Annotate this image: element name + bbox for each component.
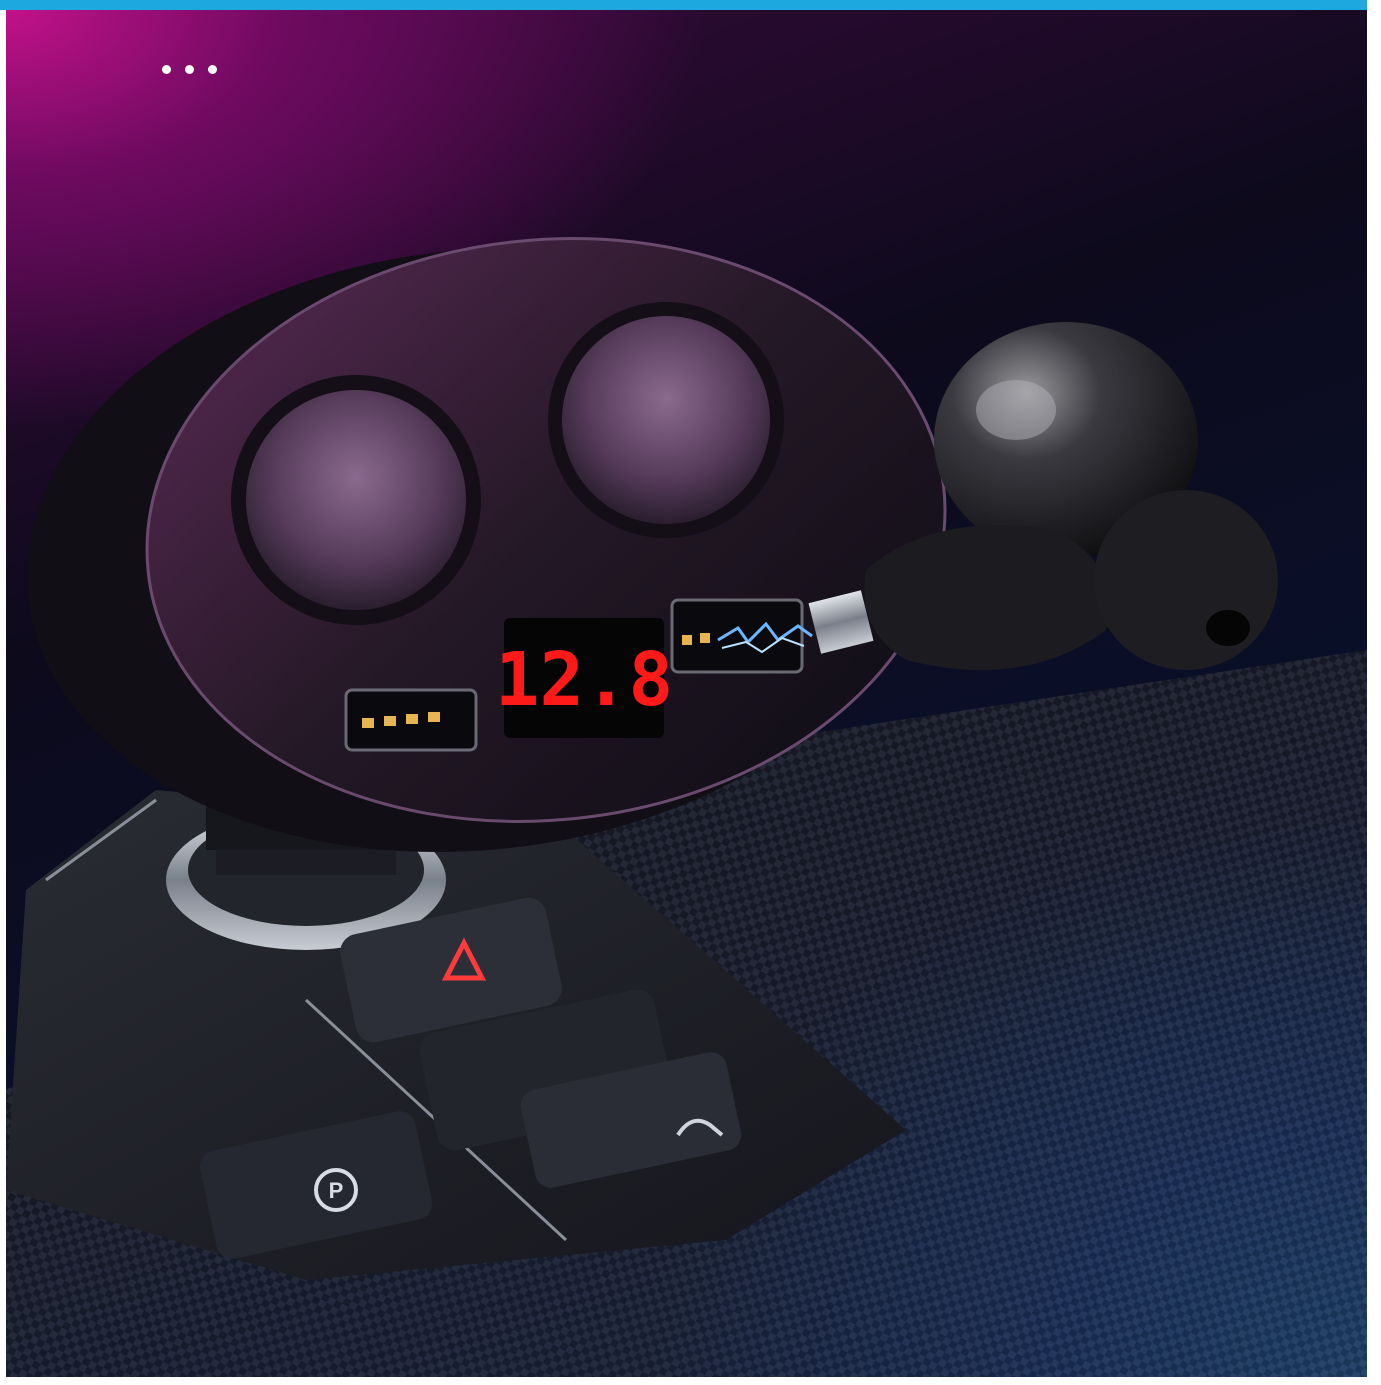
- scene-illustration: P 12.8: [6, 237, 1367, 1377]
- earbud-stem: [864, 525, 1111, 670]
- right-margin: [1367, 0, 1381, 1385]
- bottom-margin: [0, 1377, 1381, 1385]
- top-accent-bar: [0, 0, 1381, 10]
- product-image: P 12.8: [0, 0, 1381, 1385]
- car-interior-scene: P 12.8: [6, 10, 1367, 1377]
- voltage-value: 12.8: [495, 637, 673, 723]
- earbud-tip: [1094, 490, 1278, 670]
- parking-label: P: [329, 1178, 344, 1203]
